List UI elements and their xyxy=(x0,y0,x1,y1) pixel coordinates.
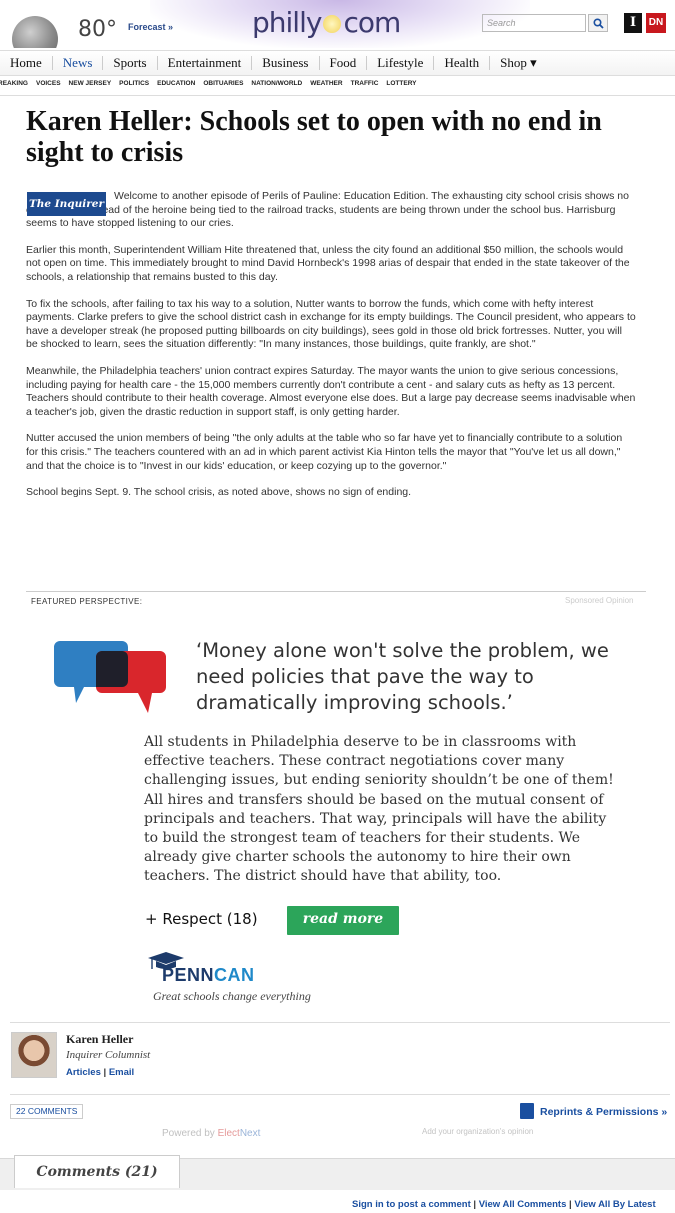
nav-item-shop[interactable]: Shop ▾ xyxy=(490,56,547,70)
powered-by[interactable]: Powered by ElectNext xyxy=(162,1128,260,1139)
subnav-item[interactable]: POLITICS xyxy=(119,80,149,92)
view-all-latest-link[interactable]: View All By Latest xyxy=(574,1199,655,1210)
subnav-item[interactable]: OBITUARIES xyxy=(203,80,243,92)
logo-dot-icon xyxy=(323,15,342,33)
tab-comments[interactable]: Comments (21) xyxy=(14,1155,180,1188)
org-name-a: PENN xyxy=(162,965,215,985)
temperature: 80° xyxy=(78,17,117,42)
subnav-item[interactable]: NEW JERSEY xyxy=(69,80,112,92)
article-paragraph: School begins Sept. 9. The school crisis… xyxy=(26,486,412,499)
divider xyxy=(10,1094,670,1095)
org-name: PENNCAN xyxy=(162,965,255,986)
subnav-item[interactable]: EDUCATION xyxy=(157,80,195,92)
speech-bubbles-icon xyxy=(54,641,166,713)
subnav-item[interactable]: VOICES xyxy=(36,80,61,92)
article-paragraph: Meanwhile, the Philadelphia teachers' un… xyxy=(26,364,636,418)
main-nav: Home News Sports Entertainment Business … xyxy=(0,50,675,76)
link-separator: | xyxy=(569,1199,572,1210)
nav-item-home[interactable]: Home xyxy=(0,56,53,70)
subnav-item[interactable]: TRAFFIC xyxy=(351,80,379,92)
nav-item-health[interactable]: Health xyxy=(434,56,491,70)
org-name-b: CAN xyxy=(214,965,255,985)
inquirer-badge[interactable]: I xyxy=(624,13,642,33)
view-all-comments-link[interactable]: View All Comments xyxy=(479,1199,567,1210)
featured-body: All students in Philadelphia deserve to … xyxy=(144,734,614,885)
nav-item-lifestyle[interactable]: Lifestyle xyxy=(367,56,435,70)
site-logo[interactable]: philly com xyxy=(252,6,401,39)
nav-item-entertainment[interactable]: Entertainment xyxy=(158,56,253,70)
divider xyxy=(10,1022,670,1023)
nav-item-news[interactable]: News xyxy=(53,56,104,70)
article-paragraph: Welcome to another episode of Perils of … xyxy=(26,190,629,230)
subnav-item[interactable]: WEATHER xyxy=(310,80,342,92)
author-role: Inquirer Columnist xyxy=(66,1049,151,1061)
nav-item-food[interactable]: Food xyxy=(320,56,368,70)
link-separator: | xyxy=(103,1067,107,1078)
powered-brand-b: Next xyxy=(239,1128,261,1139)
subnav-item[interactable]: NATION/WORLD xyxy=(251,80,302,92)
featured-quote: ‘Money alone won't solve the problem, we… xyxy=(196,639,609,714)
daily-news-badge[interactable]: DN xyxy=(646,13,666,33)
article-title: Karen Heller: Schools set to open with n… xyxy=(26,106,602,168)
author-links: Articles | Email xyxy=(66,1067,134,1078)
article-paragraph: Earlier this month, Superintendent Willi… xyxy=(26,243,630,283)
divider xyxy=(0,95,675,96)
featured-label: FEATURED PERSPECTIVE: xyxy=(31,597,143,606)
link-separator: | xyxy=(473,1199,477,1210)
reprints-label: Reprints & Permissions » xyxy=(540,1105,668,1118)
read-more-button[interactable]: read more xyxy=(287,906,399,935)
sub-nav: REAKING VOICES NEW JERSEY POLITICS EDUCA… xyxy=(0,80,675,92)
divider xyxy=(26,591,646,592)
sponsored-label: Sponsored Opinion xyxy=(565,596,634,605)
inquirer-logo: The Inquirer xyxy=(27,192,106,216)
search-button[interactable] xyxy=(588,14,608,32)
author-articles-link[interactable]: Articles xyxy=(66,1067,101,1078)
reprints-link[interactable]: Reprints & Permissions » xyxy=(520,1103,668,1120)
article-paragraph: To fix the schools, after failing to tax… xyxy=(26,297,636,351)
subnav-item[interactable]: REAKING xyxy=(0,80,28,92)
nav-item-business[interactable]: Business xyxy=(252,56,320,70)
powered-brand-a: Elect xyxy=(217,1128,240,1139)
add-organization-link[interactable]: Add your organization's opinion xyxy=(422,1127,533,1136)
subnav-item[interactable]: LOTTERY xyxy=(386,80,416,92)
respect-button[interactable]: + Respect (18) xyxy=(145,910,258,928)
nav-item-sports[interactable]: Sports xyxy=(103,56,158,70)
article-paragraph: Nutter accused the union members of bein… xyxy=(26,432,623,472)
powered-prefix: Powered by xyxy=(162,1128,218,1139)
author-avatar xyxy=(11,1032,57,1078)
logo-text-left: philly xyxy=(252,6,322,39)
comments-count-button[interactable]: 22 COMMENTS xyxy=(10,1104,84,1119)
author-name: Karen Heller xyxy=(66,1032,134,1046)
comment-links: Sign in to post a comment | View All Com… xyxy=(352,1199,656,1210)
reprints-icon xyxy=(520,1103,534,1119)
forecast-link[interactable]: Forecast » xyxy=(128,22,173,32)
site-header: 80° Forecast » philly com Search I DN xyxy=(0,0,675,48)
org-tagline: Great schools change everything xyxy=(153,989,311,1003)
article-body: Welcome to another episode of Perils of … xyxy=(26,190,636,513)
sign-in-link[interactable]: Sign in to post a comment xyxy=(352,1199,471,1210)
author-email-link[interactable]: Email xyxy=(109,1067,134,1078)
penncan-logo[interactable]: PENNCAN Great schools change everything xyxy=(146,952,346,1008)
logo-text-right: com xyxy=(343,6,401,39)
search-input[interactable]: Search xyxy=(482,14,586,32)
search-icon xyxy=(593,18,604,29)
